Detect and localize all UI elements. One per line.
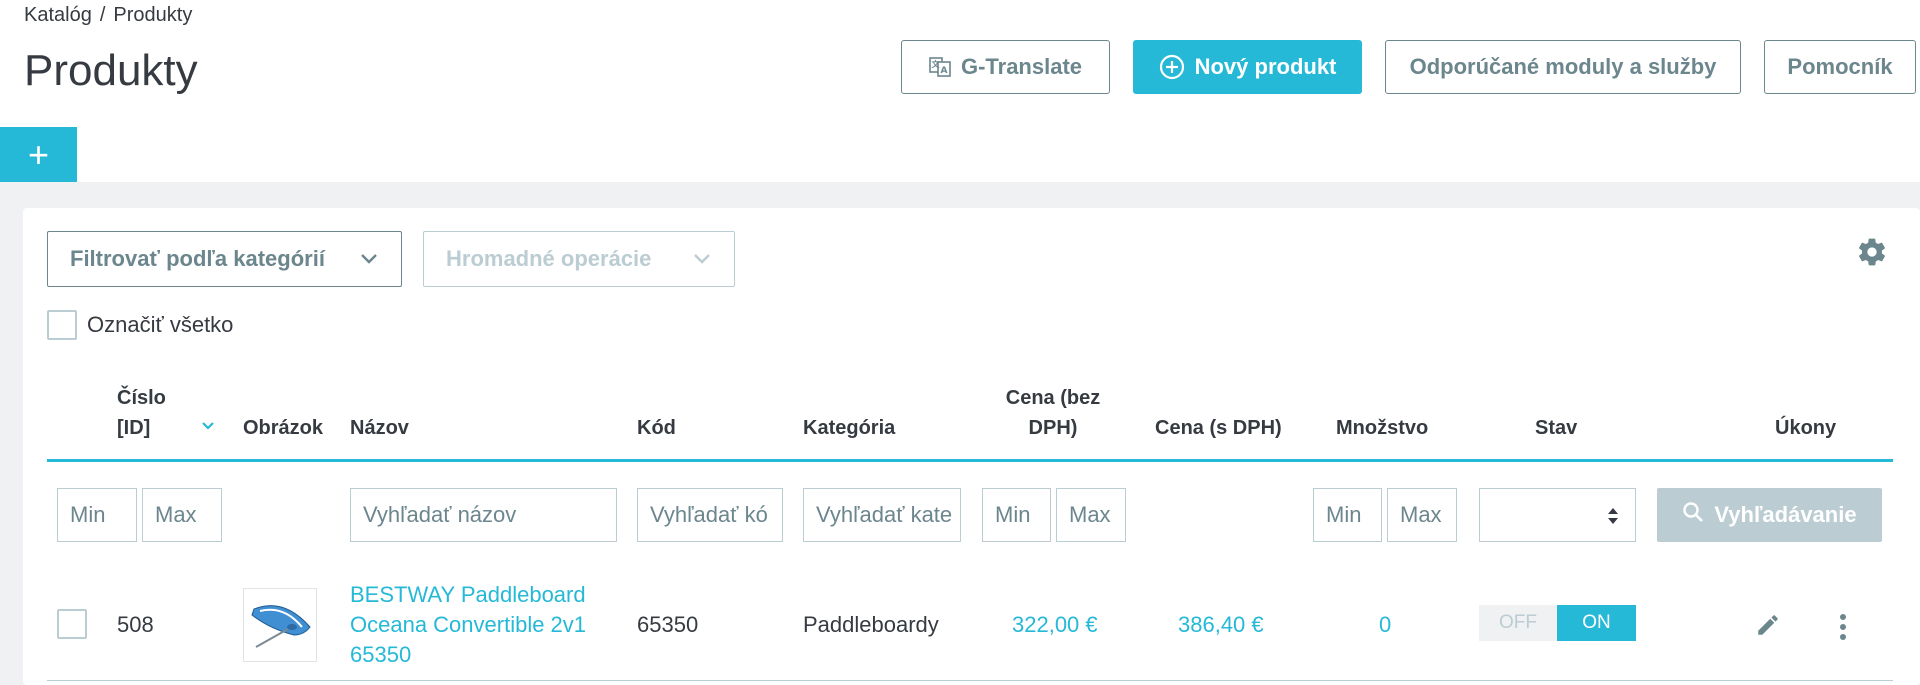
paddleboard-image — [244, 589, 316, 661]
id-max-input[interactable]: Max — [142, 488, 222, 542]
column-header-price-ex[interactable]: Cena (bez DPH) — [982, 383, 1124, 443]
select-arrows-icon — [1608, 508, 1618, 524]
column-header-id-line1: Číslo — [117, 387, 166, 409]
sort-desc-icon[interactable] — [200, 418, 216, 434]
svg-text:A: A — [940, 66, 947, 76]
plus-circle-icon — [1159, 54, 1185, 80]
page-title: Produkty — [24, 46, 198, 95]
help-button[interactable]: Pomocník — [1764, 40, 1916, 94]
edit-pencil-icon[interactable] — [1755, 612, 1781, 643]
price-max-input[interactable]: Max — [1056, 488, 1126, 542]
column-header-id[interactable]: Číslo [ID] — [117, 383, 166, 443]
qty-max-input[interactable]: Max — [1387, 488, 1457, 542]
breadcrumb: Katalóg / Produkty — [24, 4, 192, 27]
product-name-link[interactable]: BESTWAY Paddleboard Oceana Convertible 2… — [350, 580, 586, 670]
status-toggle[interactable]: OFF ON — [1479, 605, 1636, 641]
price-min-input[interactable]: Min — [982, 488, 1051, 542]
add-tab-button[interactable]: + — [0, 127, 77, 182]
column-header-actions: Úkony — [1775, 417, 1837, 439]
more-options-icon[interactable] — [1833, 612, 1853, 647]
select-all-label: Označiť všetko — [87, 312, 234, 337]
column-header-quantity[interactable]: Množstvo — [1336, 413, 1428, 443]
status-select[interactable] — [1479, 488, 1636, 542]
header-divider — [47, 459, 1893, 462]
chevron-down-icon — [359, 246, 379, 272]
recommended-modules-button[interactable]: Odporúčané moduly a služby — [1385, 40, 1741, 94]
name-search-input[interactable]: Vyhľadať názov — [350, 488, 617, 542]
product-price-ex[interactable]: 322,00 € — [1012, 612, 1098, 638]
qty-min-input[interactable]: Min — [1313, 488, 1382, 542]
column-header-status[interactable]: Stav — [1535, 413, 1577, 443]
search-button[interactable]: Vyhľadávanie — [1657, 488, 1882, 542]
code-search-input[interactable]: Vyhľadať kó — [637, 488, 783, 542]
product-category: Paddleboardy — [803, 612, 939, 637]
gear-icon[interactable] — [1856, 236, 1888, 268]
breadcrumb-products: Produkty — [113, 4, 193, 26]
product-quantity[interactable]: 0 — [1379, 612, 1391, 638]
column-header-price-inc[interactable]: Cena (s DPH) — [1155, 413, 1282, 443]
select-all[interactable]: Označiť všetko — [47, 310, 233, 340]
product-code: 65350 — [637, 612, 699, 637]
g-translate-button[interactable]: A文 G-Translate — [901, 40, 1110, 94]
breadcrumb-separator: / — [99, 4, 106, 26]
breadcrumb-catalog[interactable]: Katalóg — [24, 4, 92, 26]
recommended-modules-label: Odporúčané moduly a služby — [1409, 54, 1717, 79]
search-icon — [1682, 501, 1704, 529]
search-button-label: Vyhľadávanie — [1714, 502, 1857, 527]
column-header-image: Obrázok — [243, 417, 324, 439]
category-filter-label: Filtrovať podľa kategórií — [70, 246, 325, 271]
product-name-line2: Oceana Convertible 2v1 — [350, 612, 587, 637]
id-min-input[interactable]: Min — [57, 488, 137, 542]
new-product-label: Nový produkt — [1194, 54, 1337, 79]
svg-text:文: 文 — [931, 59, 940, 69]
category-filter-dropdown[interactable]: Filtrovať podľa kategórií — [47, 231, 402, 287]
bulk-actions-dropdown[interactable]: Hromadné operácie — [423, 231, 735, 287]
new-product-button[interactable]: Nový produkt — [1133, 40, 1362, 94]
chevron-down-icon — [692, 246, 712, 272]
column-header-price-ex-line1: Cena (bez — [1005, 387, 1101, 409]
status-on[interactable]: ON — [1557, 605, 1636, 641]
product-thumbnail[interactable] — [243, 588, 317, 662]
row-divider — [47, 680, 1893, 681]
product-id: 508 — [117, 612, 154, 637]
product-name-line3: 65350 — [350, 642, 412, 667]
select-all-checkbox[interactable] — [47, 310, 77, 340]
product-price-inc[interactable]: 386,40 € — [1178, 612, 1264, 638]
product-name-line1: BESTWAY Paddleboard — [350, 582, 586, 607]
row-checkbox[interactable] — [57, 609, 87, 639]
column-header-code[interactable]: Kód — [637, 413, 676, 443]
status-off[interactable]: OFF — [1479, 605, 1557, 641]
g-translate-label: G-Translate — [960, 54, 1083, 79]
category-search-input[interactable]: Vyhľadať kate — [803, 488, 961, 542]
column-header-id-line2: [ID] — [117, 417, 151, 439]
column-header-price-ex-line2: DPH) — [1028, 417, 1078, 439]
column-header-category[interactable]: Kategória — [803, 413, 895, 443]
translate-icon: A文 — [929, 56, 951, 78]
column-header-name[interactable]: Názov — [350, 413, 409, 443]
bulk-actions-label: Hromadné operácie — [446, 246, 652, 271]
help-label: Pomocník — [1787, 54, 1893, 79]
